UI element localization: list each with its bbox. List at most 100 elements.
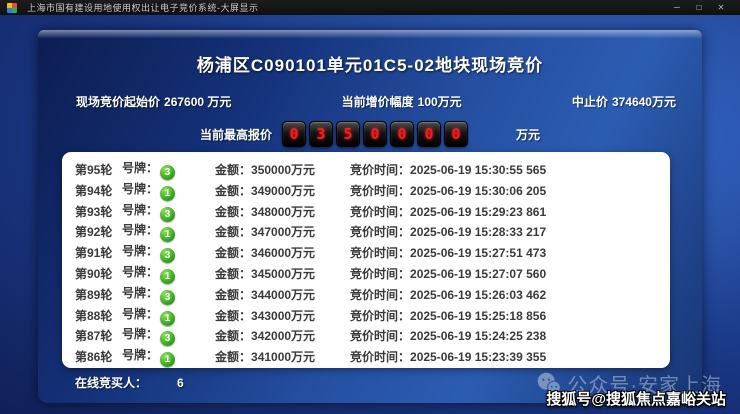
bidder-badge: 3 [160,206,176,222]
time-cell: 竞价时间：2025-06-19 15:26:03 462 [350,286,670,303]
sohu-watermark: 搜狐号@搜狐焦点嘉峪关站 [546,391,726,408]
amount-label: 金额： [215,204,252,219]
start-price: 现场竞价起始价 267600 万元 [76,93,235,110]
round-cell: 第94轮 [75,183,113,198]
highest-bid-label: 当前最高报价 [199,127,272,142]
cutoff-price: 中止价 374640万元 [572,93,680,110]
time-label: 竞价时间： [350,329,411,344]
bidder-cell: 号牌： 3 [122,159,215,180]
amount-label: 金额： [215,266,252,281]
time-value: 2025-06-19 15:30:06 205 [410,183,547,198]
bidder-label: 号牌： [122,223,159,238]
bidder-badge: 1 [160,268,176,284]
bidder-label: 号牌： [122,202,159,217]
round-cell: 第92轮 [75,225,113,240]
time-value: 2025-06-19 15:29:23 861 [410,204,547,219]
amount-label: 金额： [215,350,252,365]
close-button[interactable]: ✕ [718,2,724,13]
page-title: 杨浦区C090101单元01C5-02地块现场竞价 [196,56,544,75]
time-value: 2025-06-19 15:26:03 462 [410,287,547,302]
amount-cell: 金额：341000万元 [215,348,350,365]
amount-label: 金额： [215,225,252,240]
amount-value: 342000万元 [251,329,316,344]
amount-cell: 金额：350000万元 [215,161,350,178]
bidder-label: 号牌： [122,306,159,321]
time-value: 2025-06-19 15:30:55 565 [410,163,547,177]
increment-label: 当前增价幅度 [341,95,414,109]
bidder-cell: 号牌： 1 [122,305,215,326]
amount-value: 344000万元 [251,287,316,302]
bidder-badge: 3 [160,248,176,264]
amount-value: 347000万元 [251,225,316,240]
bid-digit: 0 [444,121,468,147]
time-value: 2025-06-19 15:24:25 238 [410,329,547,344]
time-cell: 竞价时间：2025-06-19 15:28:33 217 [350,223,670,240]
time-cell: 竞价时间：2025-06-19 15:30:55 565 [350,161,670,178]
bidder-cell: 号牌： 1 [122,221,215,243]
online-bidders-row: 在线竞买人： 6 [75,374,184,391]
bidder-badge: 1 [160,352,176,368]
amount-label: 金额： [215,329,252,344]
time-cell: 竞价时间：2025-06-19 15:25:18 856 [350,307,670,324]
amount-value: 348000万元 [251,204,316,219]
window-body: 杨浦区C090101单元01C5-02地块现场竞价 现场竞价起始价 267600 … [0,15,740,414]
time-label: 竞价时间： [350,204,411,219]
round-cell: 第91轮 [75,246,113,261]
time-label: 竞价时间： [350,266,411,281]
highest-bid-digits: 0 3 5 0 0 0 0 [282,121,468,147]
time-cell: 竞价时间：2025-06-19 15:27:07 560 [350,265,670,282]
bid-history-table: 第95轮 号牌： 3 金额：350000万元 竞价时间：2025-06-19 15… [62,152,670,368]
time-cell: 竞价时间：2025-06-19 15:29:23 861 [350,203,670,220]
time-label: 竞价时间： [350,225,411,240]
bidder-label: 号牌： [122,264,159,279]
round-cell: 第89轮 [75,287,113,302]
time-label: 竞价时间： [350,350,411,365]
amount-label: 金额： [215,163,252,177]
time-label: 竞价时间： [350,163,411,177]
bidder-cell: 号牌： 3 [122,201,215,222]
amount-value: 350000万元 [251,163,316,177]
time-cell: 竞价时间：2025-06-19 15:30:06 205 [350,182,670,199]
app-icon [7,2,17,13]
cutoff-price-label: 中止价 [571,95,608,109]
time-value: 2025-06-19 15:23:39 355 [410,350,547,365]
highest-bid-unit: 万元 [516,127,541,142]
bidder-label: 号牌： [122,244,159,259]
table-row: 第94轮 号牌： 1 金额：349000万元 竞价时间：2025-06-19 15… [62,180,670,201]
amount-label: 金额： [215,246,252,261]
table-row: 第90轮 号牌： 1 金额：345000万元 竞价时间：2025-06-19 15… [62,263,670,284]
bidder-badge: 3 [160,331,176,347]
round-cell: 第95轮 [75,163,113,177]
table-row: 第86轮 号牌： 1 金额：341000万元 竞价时间：2025-06-19 15… [62,346,670,368]
time-value: 2025-06-19 15:27:51 473 [410,246,547,261]
online-bidders-count: 6 [177,376,184,390]
bidder-cell: 号牌： 1 [122,263,215,284]
table-row: 第92轮 号牌： 1 金额：347000万元 竞价时间：2025-06-19 15… [62,221,670,243]
time-cell: 竞价时间：2025-06-19 15:27:51 473 [350,244,670,261]
time-cell: 竞价时间：2025-06-19 15:23:39 355 [350,348,670,365]
bidder-cell: 号牌： 3 [122,242,215,264]
main-panel: 杨浦区C090101单元01C5-02地块现场竞价 现场竞价起始价 267600 … [38,30,702,403]
increment: 当前增价幅度 100万元 [342,93,466,110]
bidder-badge: 3 [160,289,176,305]
online-bidders-label: 在线竞买人： [75,376,148,390]
time-value: 2025-06-19 15:28:33 217 [410,225,547,240]
round-cell: 第86轮 [75,350,113,365]
table-row: 第89轮 号牌： 3 金额：344000万元 竞价时间：2025-06-19 15… [62,284,670,305]
amount-cell: 金额：347000万元 [215,223,350,240]
start-price-value: 267600 万元 [164,95,232,109]
amount-cell: 金额：342000万元 [215,327,350,344]
bidder-badge: 1 [160,185,176,201]
bidder-label: 号牌： [122,285,159,300]
cutoff-price-value: 374640万元 [611,95,676,109]
bid-digit: 0 [417,121,441,147]
window-controls: — ☐ ✕ [674,2,734,13]
bidder-label: 号牌： [122,348,159,363]
minimize-button[interactable]: — [674,2,680,13]
round-cell: 第88轮 [75,308,113,323]
amount-cell: 金额：349000万元 [215,182,350,199]
bidder-badge: 3 [160,165,176,180]
bidder-label: 号牌： [122,161,159,175]
bidder-cell: 号牌： 1 [122,346,215,368]
maximize-button[interactable]: ☐ [696,2,702,13]
